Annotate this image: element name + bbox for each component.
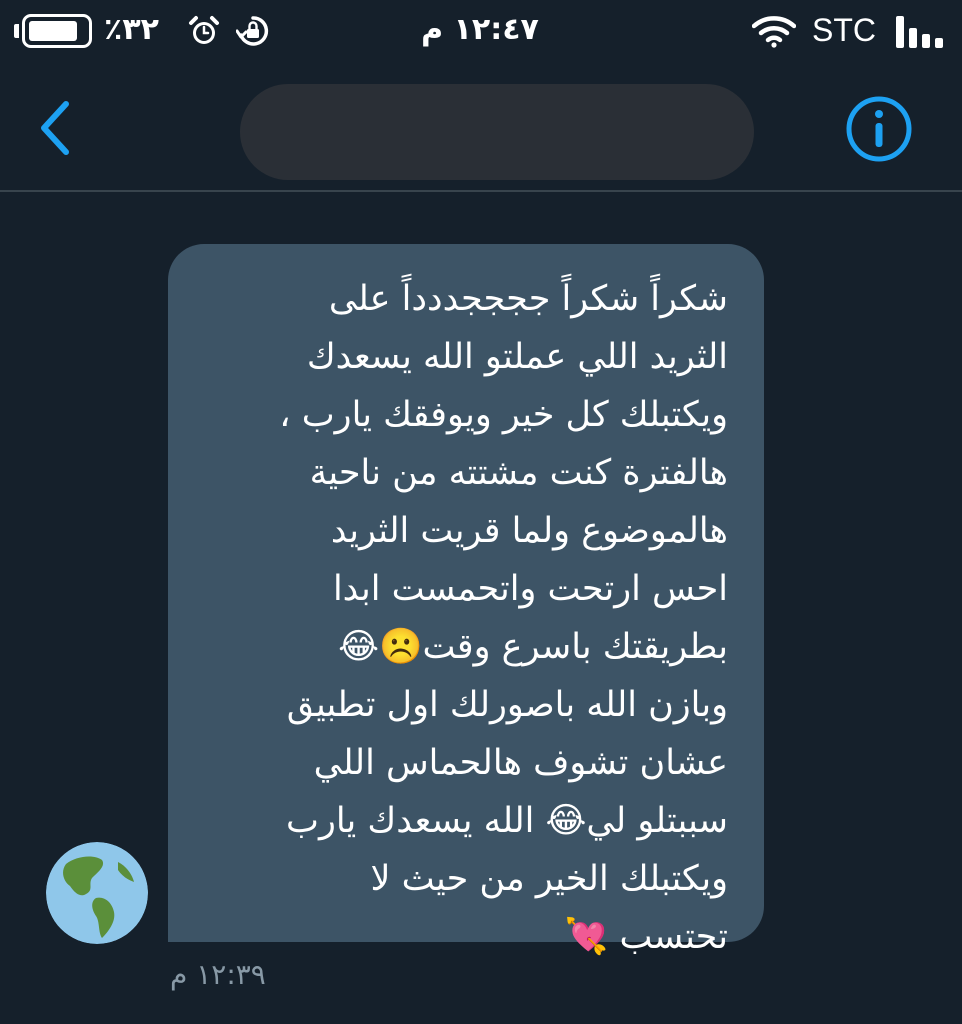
signal-icon: [896, 16, 943, 48]
battery-percent: ٪٣٢: [104, 12, 159, 47]
message-text: شكراً شكراً ججججددداً على الثريد اللي عم…: [279, 279, 728, 957]
carrier-name: STC: [812, 12, 876, 48]
globe-americas-icon[interactable]: [46, 842, 148, 944]
message-timestamp: ١٢:٣٩ م: [170, 958, 266, 991]
rotation-lock-icon: [236, 16, 269, 46]
battery-tip: [14, 24, 19, 38]
conversation-header: [0, 64, 962, 192]
status-clock: ١٢:٤٧ م: [421, 12, 539, 47]
status-bar: ٪٣٢ ١٢:٤٧ م STC: [0, 0, 962, 64]
wifi-icon: [752, 16, 796, 48]
alarm-icon: [189, 16, 219, 44]
chevron-left-icon[interactable]: [36, 98, 76, 158]
battery-level-fill: [29, 21, 77, 41]
message-bubble[interactable]: شكراً شكراً ججججددداً على الثريد اللي عم…: [168, 244, 764, 957]
conversation-title-redacted[interactable]: [240, 84, 754, 180]
info-icon[interactable]: [844, 94, 914, 164]
battery-icon: [22, 14, 92, 48]
